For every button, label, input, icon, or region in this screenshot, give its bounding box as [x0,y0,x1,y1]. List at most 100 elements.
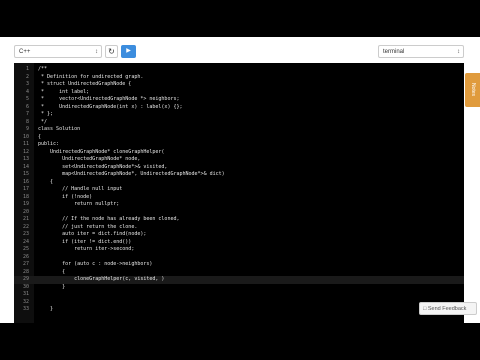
code-line[interactable]: 12 UndirectedGraphNode* cloneGraphHelper… [14,149,464,157]
line-number: 28 [22,268,29,275]
code-text: * vector<UndirectedGraphNode *> neighbor… [38,96,180,102]
code-text: // just return the clone. [38,223,138,230]
line-number: 24 [22,238,29,245]
code-line[interactable]: 9 class Solution [14,126,464,134]
code-line[interactable]: 16 { [14,179,464,187]
app-frame: C++ ↕ ↻ ▶ terminal ↕ 1 /** 2 * Definition … [0,37,480,323]
code-line[interactable]: 13 UndirectedGraphNode* node, [14,156,464,164]
code-text: map<UndirectedGraphNode*, UndirectedGrap… [38,171,225,177]
console-mode-select[interactable]: terminal ↕ [378,45,464,58]
code-line[interactable]: 30 } [14,284,464,292]
refresh-icon: ↻ [108,47,115,56]
line-number: 26 [22,253,29,260]
line-number: 8 [25,118,29,125]
code-line[interactable]: 11 public: [14,141,464,149]
code-text: UndirectedGraphNode* node, [38,156,141,162]
line-number: 10 [22,133,29,140]
line-number: 5 [25,96,29,102]
code-text: class Solution [38,126,81,132]
code-line[interactable]: 5 * vector<UndirectedGraphNode *> neighb… [14,96,464,104]
code-text: cloneGraphHelper(c, visited, ) [38,276,165,282]
code-text: return iter->second; [38,246,135,252]
code-line[interactable]: 24 if (iter != dict.end()) [14,239,464,247]
code-text: { [38,133,42,140]
code-line[interactable]: 1 /** [14,66,464,74]
code-line[interactable]: 19 return nullptr; [14,201,464,209]
notes-tab[interactable]: Notes [465,73,480,107]
language-select[interactable]: C++ ↕ [14,45,102,58]
code-line[interactable]: 14 set<UndirectedGraphNode*>& visited, [14,164,464,172]
code-text: set<UndirectedGraphNode*>& visited, [38,163,168,170]
run-button[interactable]: ▶ [121,45,136,58]
code-text: * }; [38,111,54,117]
line-number: 21 [22,216,29,222]
code-line[interactable]: 23 auto iter = dict.find(node); [14,231,464,239]
line-number: 23 [22,231,29,237]
reset-button[interactable]: ↻ [105,45,118,58]
code-line[interactable]: 6 * UndirectedGraphNode(int x) : label(x… [14,104,464,112]
code-line[interactable]: 2 * Definition for undirected graph. [14,74,464,82]
code-text: public: [38,141,60,147]
code-line[interactable]: 7 * }; [14,111,464,119]
code-line[interactable]: 3 * struct UndirectedGraphNode { [14,81,464,89]
code-text: // If the node has already been cloned, [38,216,180,222]
code-line[interactable]: 26 [14,254,464,262]
send-feedback-label: Send Feedback [427,306,467,312]
code-line[interactable]: 28 { [14,269,464,277]
code-line[interactable]: 33 } [14,306,464,314]
code-line[interactable]: 18 if (!node) [14,194,464,202]
code-text: */ [38,118,48,125]
line-number: 11 [22,141,29,147]
line-number: 18 [22,193,29,200]
play-icon: ▶ [126,48,131,54]
code-line[interactable]: 27 for (auto c : node->neighbors) [14,261,464,269]
code-line[interactable]: 21 // If the node has already been clone… [14,216,464,224]
line-number: 3 [25,81,29,87]
code-editor[interactable]: 1 /** 2 * Definition for undirected graph.… [14,63,464,323]
code-line[interactable]: 17 // Handle null input [14,186,464,194]
line-number: 29 [22,276,29,282]
comment-icon: □ [423,306,427,312]
code-line[interactable]: 29 cloneGraphHelper(c, visited, ) [14,276,464,284]
code-text: if (iter != dict.end()) [38,238,132,245]
notes-tab-label: Notes [470,83,476,97]
line-number: 32 [22,298,29,305]
line-number: 9 [25,126,29,132]
line-number: 12 [22,148,29,155]
code-line[interactable]: 10 { [14,134,464,142]
code-line[interactable]: 31 [14,291,464,299]
code-text: } [38,306,54,312]
code-line[interactable]: 25 return iter->second; [14,246,464,254]
line-number: 19 [22,201,29,207]
code-line[interactable]: 20 [14,209,464,217]
line-number: 13 [22,156,29,162]
line-number: 6 [25,103,29,110]
line-number: 16 [22,178,29,185]
code-text: } [38,283,66,290]
code-line[interactable]: 8 */ [14,119,464,127]
code-line[interactable]: 15 map<UndirectedGraphNode*, UndirectedG… [14,171,464,179]
code-text: /** [38,66,48,72]
code-text: // Handle null input [38,186,123,192]
line-number: 22 [22,223,29,230]
send-feedback-button[interactable]: □ Send Feedback [419,302,477,315]
code-text: { [38,178,54,185]
code-text: * UndirectedGraphNode(int x) : label(x) … [38,103,183,110]
code-line[interactable]: 32 [14,299,464,307]
line-number: 27 [22,261,29,267]
line-number: 31 [22,291,29,297]
line-number: 17 [22,186,29,192]
code-line[interactable]: 4 * int label; [14,89,464,97]
line-number: 25 [22,246,29,252]
code-text: * struct UndirectedGraphNode { [38,81,132,87]
line-number: 2 [25,73,29,80]
line-number: 15 [22,171,29,177]
code-line[interactable]: 22 // just return the clone. [14,224,464,232]
code-text: if (!node) [38,193,93,200]
console-mode-value: terminal [383,49,405,55]
code-text: * Definition for undirected graph. [38,73,144,80]
chevron-updown-icon: ↕ [95,49,98,55]
line-number: 30 [22,283,29,290]
code-text: auto iter = dict.find(node); [38,231,147,237]
code-text: for (auto c : node->neighbors) [38,261,153,267]
